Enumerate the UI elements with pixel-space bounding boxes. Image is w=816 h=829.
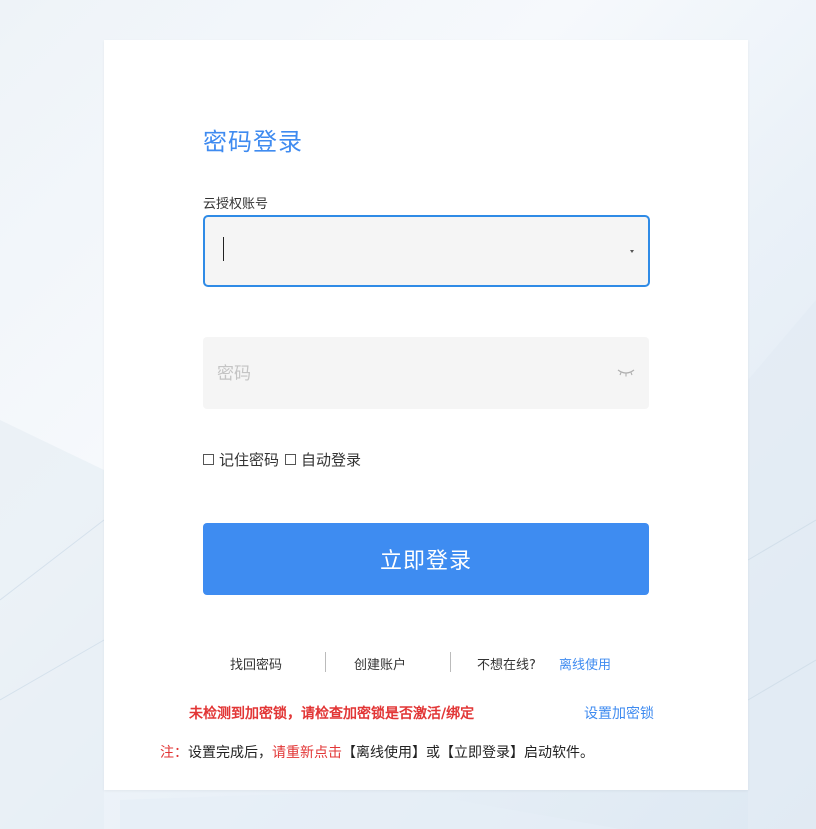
page-title: 密码登录 (203, 128, 303, 156)
note-prefix: 注： (160, 745, 188, 761)
account-select[interactable] (203, 215, 650, 287)
eye-closed-icon[interactable] (617, 367, 635, 379)
note-part3: 【离线使用】或【立即登录】启动软件。 (342, 745, 594, 761)
auto-login-checkbox[interactable]: 自动登录 (285, 449, 361, 470)
remember-password-label: 记住密码 (219, 451, 280, 469)
divider (450, 652, 451, 672)
dongle-warning-text: 未检测到加密锁，请检查加密锁是否激活/绑定 (189, 706, 475, 722)
note-part1: 设置完成后， (188, 745, 272, 761)
auto-login-label: 自动登录 (301, 451, 362, 469)
remember-password-checkbox[interactable]: 记住密码 (203, 449, 279, 470)
footer-links: 找回密码 创建账户 不想在线? 离线使用 (104, 652, 748, 674)
caret-down-icon[interactable] (630, 250, 634, 253)
password-field[interactable] (203, 337, 649, 409)
note: 注：设置完成后，请重新点击【离线使用】或【立即登录】启动软件。 (104, 742, 748, 762)
divider (325, 652, 326, 672)
login-button[interactable]: 立即登录 (203, 523, 649, 595)
set-dongle-link[interactable]: 设置加密锁 (584, 703, 654, 723)
login-options: 记住密码 自动登录 (203, 449, 367, 470)
offline-use-link[interactable]: 离线使用 (559, 654, 611, 673)
dongle-warning: 未检测到加密锁，请检查加密锁是否激活/绑定 设置加密锁 (104, 703, 748, 723)
account-label: 云授权账号 (203, 197, 269, 212)
create-account-link[interactable]: 创建账户 (354, 654, 406, 673)
password-input[interactable] (215, 357, 579, 391)
checkbox-icon[interactable] (203, 454, 214, 465)
note-part2: 请重新点击 (272, 745, 342, 761)
recover-password-link[interactable]: 找回密码 (230, 654, 282, 673)
no-online-label: 不想在线? (477, 658, 536, 673)
checkbox-icon[interactable] (285, 454, 297, 465)
text-cursor (223, 237, 224, 261)
login-card: 密码登录 云授权账号 记住密码 自动登录 立即登录 找回密码 创建账户 不想在线… (104, 40, 748, 790)
